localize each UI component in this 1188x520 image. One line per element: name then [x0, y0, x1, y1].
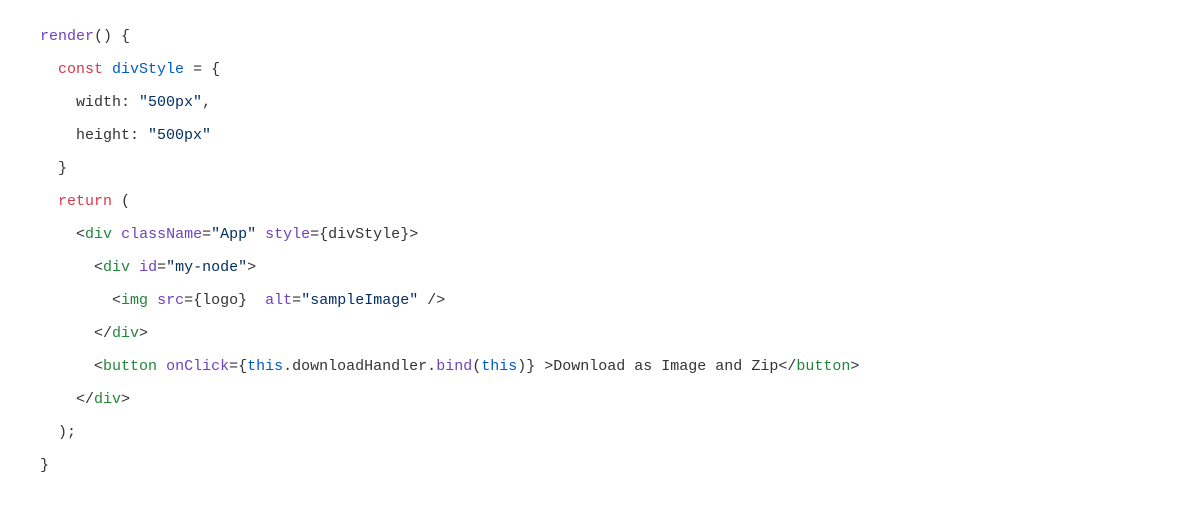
token-this: this — [247, 358, 283, 375]
token-punc: > — [850, 358, 859, 375]
token-punc: { — [193, 292, 202, 309]
code-line: <img src={logo} alt="sampleImage" /> — [40, 292, 445, 309]
token-punc: > — [535, 358, 553, 375]
token-punc: ); — [58, 424, 76, 441]
code-line: render() { — [40, 28, 130, 45]
token-punc: { — [319, 226, 328, 243]
token-text: Download as Image and Zip — [553, 358, 778, 375]
token-space — [157, 358, 166, 375]
token-attr: onClick — [166, 358, 229, 375]
token-punc: = — [184, 292, 193, 309]
code-line: } — [40, 457, 49, 474]
token-space — [130, 259, 139, 276]
token-variable: divStyle — [328, 226, 400, 243]
token-punc: ( — [472, 358, 481, 375]
token-tag: div — [112, 325, 139, 342]
token-punc: { — [238, 358, 247, 375]
code-line: <button onClick={this.downloadHandler.bi… — [40, 358, 859, 375]
token-keyword: const — [58, 61, 103, 78]
token-variable: divStyle — [112, 61, 184, 78]
token-tag: img — [121, 292, 148, 309]
token-punc: < — [76, 226, 85, 243]
token-punc: () { — [94, 28, 130, 45]
token-punc: > — [139, 325, 148, 342]
token-punc: </ — [76, 391, 94, 408]
code-line: </div> — [40, 391, 130, 408]
token-attr: style — [265, 226, 310, 243]
token-attr: id — [139, 259, 157, 276]
token-punc: = — [310, 226, 319, 243]
token-punc: } — [400, 226, 409, 243]
code-line: } — [40, 160, 67, 177]
code-line: const divStyle = { — [40, 61, 220, 78]
token-punc: } — [40, 457, 49, 474]
token-space — [112, 226, 121, 243]
token-punc: = — [292, 292, 301, 309]
code-line: ); — [40, 424, 76, 441]
token-punc: } — [526, 358, 535, 375]
token-punc: , — [202, 94, 211, 111]
token-prop: height — [76, 127, 130, 144]
token-string: "sampleImage" — [301, 292, 418, 309]
code-line: return ( — [40, 193, 130, 210]
token-tag: button — [796, 358, 850, 375]
token-attr: className — [121, 226, 202, 243]
token-punc: } — [58, 160, 67, 177]
code-block: render() { const divStyle = { width: "50… — [40, 20, 1148, 482]
token-punc: ) — [517, 358, 526, 375]
token-punc: = { — [184, 61, 220, 78]
code-line: </div> — [40, 325, 148, 342]
token-punc: > — [121, 391, 130, 408]
token-punc: . — [427, 358, 436, 375]
token-punc: } — [238, 292, 247, 309]
token-punc: </ — [778, 358, 796, 375]
token-this: this — [481, 358, 517, 375]
token-tag: div — [103, 259, 130, 276]
token-keyword: return — [58, 193, 112, 210]
token-space — [247, 292, 265, 309]
token-function: render — [40, 28, 94, 45]
token-method: bind — [436, 358, 472, 375]
token-punc: < — [112, 292, 121, 309]
token-tag: div — [94, 391, 121, 408]
token-method: downloadHandler — [292, 358, 427, 375]
token-variable: logo — [202, 292, 238, 309]
token-punc: < — [94, 259, 103, 276]
token-string: "500px" — [148, 127, 211, 144]
token-attr: src — [157, 292, 184, 309]
code-line: <div className="App" style={divStyle}> — [40, 226, 418, 243]
code-line: width: "500px", — [40, 94, 211, 111]
token-punc: : — [121, 94, 139, 111]
token-punc: : — [130, 127, 148, 144]
token-punc: </ — [94, 325, 112, 342]
token-tag: button — [103, 358, 157, 375]
token-punc: > — [409, 226, 418, 243]
token-punc: = — [157, 259, 166, 276]
token-punc: = — [229, 358, 238, 375]
token-punc: . — [283, 358, 292, 375]
token-punc: ( — [112, 193, 130, 210]
token-string: "App" — [211, 226, 256, 243]
token-punc: < — [94, 358, 103, 375]
token-space — [148, 292, 157, 309]
token-attr: alt — [265, 292, 292, 309]
token-punc: > — [247, 259, 256, 276]
token-string: "my-node" — [166, 259, 247, 276]
token-string: "500px" — [139, 94, 202, 111]
code-line: height: "500px" — [40, 127, 211, 144]
token-tag: div — [85, 226, 112, 243]
token-prop: width — [76, 94, 121, 111]
code-line: <div id="my-node"> — [40, 259, 256, 276]
token-punc: = — [202, 226, 211, 243]
token-punc: /> — [418, 292, 445, 309]
